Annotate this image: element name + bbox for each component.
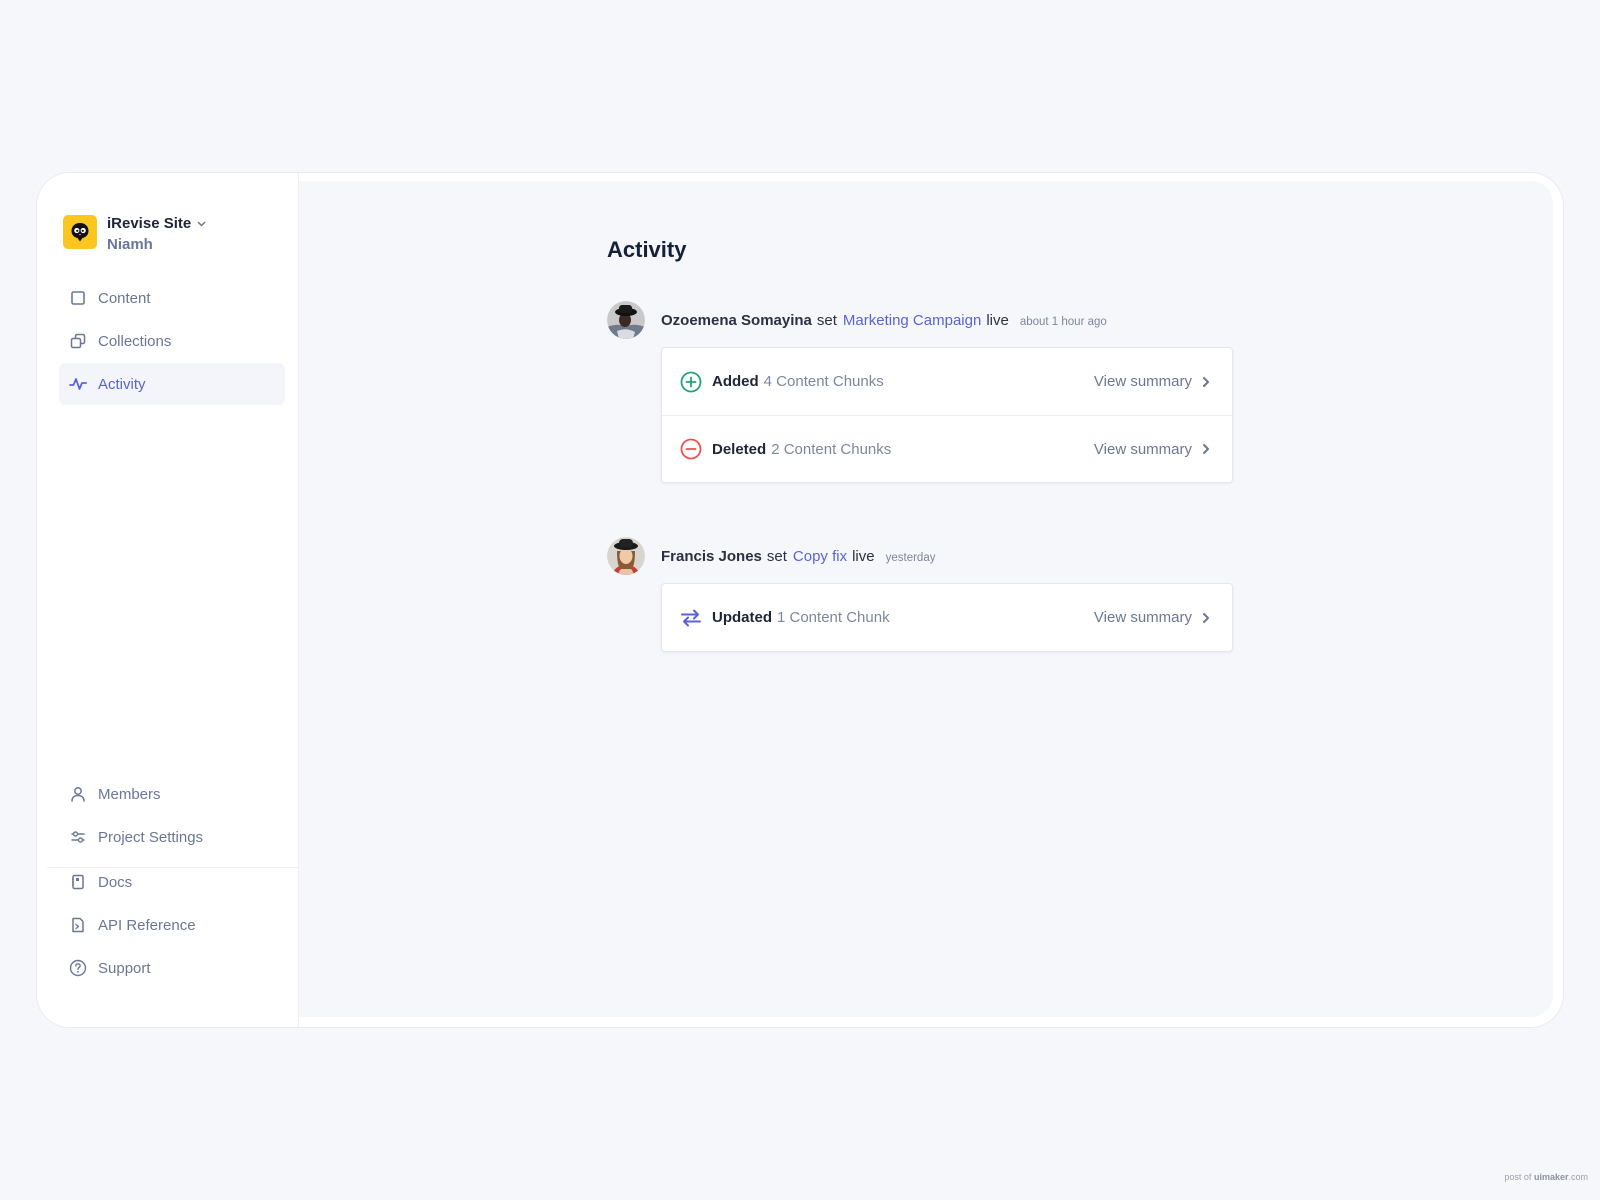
chevron-right-icon	[1202, 443, 1210, 455]
view-summary-label: View summary	[1093, 440, 1192, 458]
event-suffix: live	[852, 547, 875, 565]
avatar[interactable]	[607, 537, 645, 575]
sidebar: iRevise Site Niamh Content Collections A…	[37, 173, 299, 1027]
activity-event: Ozoemena Somayina set Marketing Campaign…	[607, 301, 1233, 483]
event-suffix: live	[986, 311, 1009, 329]
sidebar-item-label: Activity	[98, 375, 146, 393]
chevron-right-icon	[1202, 612, 1210, 624]
change-row: Deleted 2 Content Chunks View summary	[662, 415, 1232, 482]
sidebar-item-docs[interactable]: Docs	[59, 861, 285, 903]
watermark-brand: uimaker	[1533, 1172, 1569, 1182]
collections-icon	[69, 332, 87, 350]
owl-logo-icon	[71, 223, 89, 242]
sidebar-item-content[interactable]: Content	[59, 277, 285, 319]
minus-circle-icon	[680, 438, 702, 460]
change-row: Updated 1 Content Chunk View summary	[662, 584, 1232, 651]
chevron-right-icon	[1202, 376, 1210, 388]
event-verb: set	[816, 311, 837, 329]
sidebar-item-activity[interactable]: Activity	[59, 363, 285, 405]
sidebar-item-project-settings[interactable]: Project Settings	[59, 816, 285, 858]
main-panel: Activity Ozoemena Somayina set Marketing…	[299, 181, 1553, 1017]
sidebar-item-api-reference[interactable]: API Reference	[59, 904, 285, 946]
activity-icon	[69, 375, 87, 393]
event-target-link[interactable]: Marketing Campaign	[843, 312, 981, 329]
sidebar-item-label: API Reference	[98, 916, 196, 934]
sidebar-item-support[interactable]: Support	[59, 947, 285, 989]
event-target-link[interactable]: Copy fix	[793, 548, 847, 565]
view-summary-link[interactable]: View summary	[1094, 441, 1210, 458]
change-card: Added 4 Content Chunks View summary Dele…	[661, 347, 1233, 483]
change-action: Deleted	[712, 440, 767, 458]
event-user[interactable]: Ozoemena Somayina	[661, 312, 812, 329]
change-count: 1 Content Chunk	[777, 609, 890, 626]
event-verb: set	[766, 547, 787, 565]
event-user[interactable]: Francis Jones	[661, 548, 762, 565]
sidebar-item-members[interactable]: Members	[59, 773, 285, 815]
workspace-name: iRevise Site	[107, 215, 192, 232]
plus-circle-icon	[680, 371, 702, 393]
view-summary-label: View summary	[1093, 373, 1192, 390]
sidebar-item-label: Project Settings	[98, 828, 204, 846]
sidebar-item-label: Collections	[98, 332, 172, 350]
change-action: Added	[712, 373, 759, 390]
change-count: 2 Content Chunks	[771, 440, 892, 458]
book-icon	[69, 873, 87, 891]
sidebar-item-label: Members	[98, 785, 161, 803]
view-summary-link[interactable]: View summary	[1094, 373, 1210, 390]
change-card: Updated 1 Content Chunk View summary	[661, 583, 1233, 652]
watermark-prefix: post of	[1504, 1172, 1532, 1182]
view-summary-link[interactable]: View summary	[1094, 609, 1210, 626]
help-circle-icon	[69, 959, 87, 977]
workspace-logo	[63, 215, 97, 249]
user-icon	[69, 785, 87, 803]
change-count: 4 Content Chunks	[763, 373, 884, 390]
code-file-icon	[69, 916, 87, 934]
primary-nav: Content Collections Activity	[59, 277, 285, 406]
page-title: Activity	[607, 237, 687, 262]
swap-arrows-icon	[680, 607, 702, 629]
chevron-down-icon	[197, 221, 206, 227]
event-timestamp: about 1 hour ago	[1019, 315, 1107, 328]
sidebar-item-collections[interactable]: Collections	[59, 320, 285, 362]
sidebar-item-label: Content	[98, 289, 151, 307]
activity-event: Francis Jones set Copy fix live yesterda…	[607, 537, 1233, 652]
activity-feed: Activity Ozoemena Somayina set Marketing…	[607, 237, 1233, 652]
secondary-nav: Members Project Settings	[59, 773, 285, 859]
sliders-icon	[69, 828, 87, 846]
app-window: iRevise Site Niamh Content Collections A…	[36, 172, 1564, 1028]
event-timestamp: yesterday	[885, 551, 936, 564]
watermark-suffix: .com	[1568, 1172, 1588, 1182]
help-nav: Docs API Reference Support	[59, 861, 285, 990]
sidebar-item-label: Docs	[98, 873, 133, 891]
change-row: Added 4 Content Chunks View summary	[662, 348, 1232, 415]
sidebar-item-label: Support	[98, 959, 151, 977]
workspace-user: Niamh	[107, 236, 153, 253]
change-action: Updated	[712, 609, 772, 626]
square-icon	[69, 289, 87, 307]
avatar[interactable]	[607, 301, 645, 339]
watermark: post of uimaker.com	[1504, 1172, 1588, 1182]
workspace-switcher[interactable]: iRevise Site Niamh	[63, 215, 206, 254]
view-summary-label: View summary	[1093, 609, 1192, 626]
